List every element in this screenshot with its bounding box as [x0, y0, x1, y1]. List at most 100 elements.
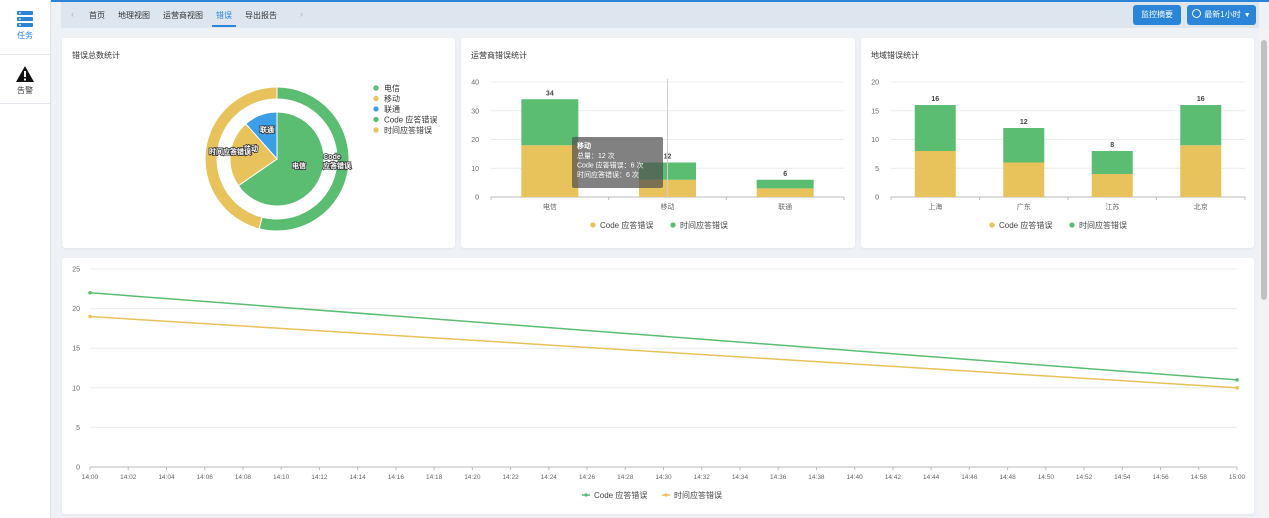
- error-trend-card: 0 5 10 15 20 25 14:00 14:02 14:04 14:06 14:08 14:10…: [62, 258, 1254, 514]
- bar-segment: [521, 145, 579, 197]
- x-tick-label: 14:40: [847, 474, 864, 481]
- x-tick-label: 14:04: [158, 474, 175, 481]
- sidebar-item-label: 任务: [17, 31, 33, 40]
- bar-total-label: 34: [546, 90, 554, 97]
- x-tick-label: 14:00: [82, 474, 99, 481]
- x-tick-label: 14:06: [197, 474, 214, 481]
- bar-segment: [521, 99, 579, 146]
- bar-segment: [1091, 151, 1133, 174]
- tab-errors[interactable]: 错误: [216, 10, 232, 21]
- legend-label: 移动: [384, 94, 400, 104]
- legend-label: 时间应答错误: [680, 220, 728, 230]
- series-line: [89, 315, 1238, 389]
- x-tick-label: 江苏: [1105, 202, 1119, 211]
- pie-outer-label: 应答错误: [323, 161, 352, 170]
- bar-segment: [914, 105, 956, 151]
- legend-label: Code 应答错误: [594, 490, 647, 500]
- x-tick-label: 14:48: [999, 474, 1016, 481]
- x-tick-label: 14:24: [541, 474, 558, 481]
- tooltip-line: Code 应答错误：6 次: [577, 161, 644, 170]
- total-errors-card: 错误总数统计 电信 移动 联通 Code 应答错误 时间应答错误 电信 移动 联通 Code 应答…: [62, 38, 455, 248]
- data-point: [1235, 386, 1239, 390]
- x-tick-label: 14:30: [655, 474, 672, 481]
- x-tick-label: 14:26: [579, 474, 596, 481]
- legend-label: 时间应答错误: [384, 125, 432, 135]
- tab-export-report[interactable]: 导出报告: [245, 10, 277, 21]
- data-point: [88, 314, 92, 319]
- y-tick-label: 0: [76, 465, 80, 472]
- legend-marker: [1069, 222, 1075, 228]
- x-tick-label: 上海: [928, 202, 942, 211]
- legend-label: Code 应答错误: [600, 220, 653, 230]
- x-tick-label: 14:54: [1114, 474, 1131, 481]
- legend-marker: [989, 222, 995, 228]
- bar-total-label: 16: [931, 96, 939, 103]
- y-tick-label: 20: [871, 80, 879, 87]
- tab-home[interactable]: 首页: [89, 10, 105, 21]
- y-tick-label: 15: [72, 346, 80, 353]
- bar-total-label: 16: [1197, 96, 1205, 103]
- bar-segment: [756, 188, 814, 197]
- tab-operator-view[interactable]: 运营商视图: [163, 10, 203, 21]
- y-tick-label: 0: [475, 195, 479, 202]
- clock-icon: [1192, 9, 1202, 18]
- legend-label: Code 应答错误: [999, 220, 1052, 230]
- y-tick-label: 10: [471, 166, 479, 173]
- sidebar-item-alarms[interactable]: 告警: [0, 54, 50, 104]
- time-range-dropdown[interactable]: 最新1小时 ▼: [1187, 5, 1256, 25]
- x-tick-label: 14:28: [617, 474, 634, 481]
- x-tick-label: 14:58: [1191, 474, 1208, 481]
- sidebar-item-tasks[interactable]: 任务: [0, 0, 50, 50]
- x-tick-label: 14:20: [464, 474, 481, 481]
- legend-label: 联通: [384, 104, 400, 114]
- scrollbar-thumb[interactable]: [1261, 40, 1267, 300]
- legend-marker: [670, 222, 676, 228]
- bar-segment: [1180, 145, 1222, 197]
- pie-inner-label: 电信: [292, 161, 306, 170]
- pie-outer-label: 时间应答错误: [209, 147, 252, 156]
- monitor-summary-button[interactable]: 监控摘要: [1133, 5, 1181, 25]
- tab-geo-view[interactable]: 地理视图: [118, 10, 150, 21]
- operator-errors-bar-chart: 01020304034电信12移动6联通Code 应答错误时间应答错误移动总量：…: [471, 79, 845, 230]
- legend-marker: [373, 85, 379, 91]
- x-tick-label: 电信: [543, 202, 557, 211]
- pie-inner-label: 联通: [260, 125, 275, 134]
- bar-segment: [756, 179, 814, 189]
- operator-errors-card: 运营商错误统计 01020304034电信12移动6联通Code 应答错误时间应…: [461, 38, 855, 248]
- warning-triangle-icon: [16, 66, 34, 82]
- bar-segment: [1003, 128, 1045, 163]
- total-errors-pie-chart: 电信移动联通Code应答错误时间应答错误电信移动联通Code 应答错误时间应答错…: [204, 83, 437, 232]
- x-tick-label: 14:34: [732, 474, 749, 481]
- series-line: [89, 292, 1238, 381]
- bar-segment: [1180, 105, 1222, 146]
- region-errors-bar-chart: 0 5 10 15 20 16 上海 12 广东 8 江苏 16 北京 Code 应答错误 时间应答错误: [871, 80, 1246, 230]
- y-tick-label: 10: [871, 137, 879, 144]
- chevron-left-icon[interactable]: ‹: [71, 9, 74, 19]
- legend-label: 时间应答错误: [1079, 220, 1127, 230]
- pie-outer-label: Code: [323, 154, 341, 161]
- chevron-right-icon[interactable]: ›: [300, 9, 303, 19]
- x-tick-label: 北京: [1194, 202, 1208, 211]
- bar-segment: [1003, 162, 1045, 197]
- x-tick-label: 14:32: [694, 474, 711, 481]
- legend-marker: [373, 116, 379, 123]
- legend-marker: [590, 222, 596, 228]
- x-tick-label: 联通: [778, 202, 792, 211]
- data-point: [1235, 378, 1239, 382]
- tab-bar: ‹ 首页 地理视图 运营商视图 错误 导出报告 ›: [61, 2, 1259, 28]
- y-tick-label: 10: [72, 385, 80, 392]
- bar-segment: [1091, 174, 1133, 197]
- bar-total-label: 12: [1020, 119, 1028, 126]
- y-tick-label: 20: [471, 137, 479, 144]
- x-tick-label: 14:14: [349, 474, 366, 481]
- x-tick-label: 14:56: [1152, 474, 1169, 481]
- x-tick-label: 14:22: [502, 474, 519, 481]
- legend-label: Code 应答错误: [384, 115, 437, 125]
- tooltip-line: 总量：12 次: [577, 151, 615, 160]
- legend-marker-dot: [664, 493, 668, 497]
- legend-marker: [373, 127, 379, 133]
- bar-total-label: 8: [1110, 142, 1114, 149]
- y-tick-label: 5: [875, 166, 879, 173]
- sidebar-item-label: 告警: [17, 86, 33, 95]
- x-tick-label: 14:16: [388, 474, 405, 481]
